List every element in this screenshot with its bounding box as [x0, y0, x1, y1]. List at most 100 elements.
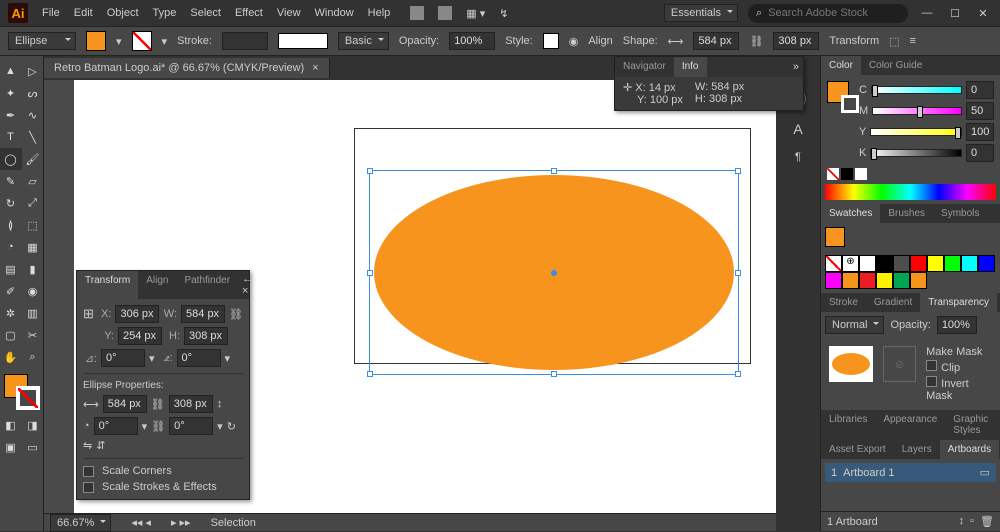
ellipse-tool[interactable]: ◯ [0, 148, 22, 170]
swatches-tab[interactable]: Swatches [821, 204, 880, 223]
swatch-item[interactable] [910, 255, 927, 272]
flip-v-icon[interactable]: ⇵ [96, 439, 105, 452]
stroke-swatch[interactable] [132, 31, 152, 51]
blend-mode-dropdown[interactable]: Normal [825, 316, 884, 334]
transform-label[interactable]: Transform [829, 35, 879, 47]
link-ellipse-icon[interactable]: ⛓ [151, 398, 165, 411]
swatch-item[interactable] [910, 272, 927, 289]
menu-effect[interactable]: Effect [235, 7, 263, 19]
invert-pie-icon[interactable]: ↻ [227, 420, 236, 433]
fill-swatch[interactable] [86, 31, 106, 51]
stroke-dropdown[interactable]: ▾ [162, 35, 168, 48]
artboard-row[interactable]: 1Artboard 1▭ [825, 463, 996, 482]
opacity-input[interactable] [449, 32, 495, 50]
shear-input[interactable] [177, 349, 221, 367]
close-tab-icon[interactable]: × [312, 62, 318, 74]
tr-opacity-input[interactable] [937, 316, 977, 334]
align-label[interactable]: Align [588, 35, 612, 47]
link-icon[interactable]: ⛓ [229, 308, 243, 321]
menu-object[interactable]: Object [107, 7, 139, 19]
transparency-tab[interactable]: Transparency [920, 293, 997, 312]
window-maximize[interactable]: ☐ [946, 6, 964, 20]
pie-end-input[interactable] [169, 417, 213, 435]
color-mode-icon[interactable]: ◧ [0, 414, 22, 436]
shaper-tool[interactable]: ✎ [0, 170, 22, 192]
gradient-tool[interactable]: ▮ [22, 258, 44, 280]
rotate-tool[interactable]: ↻ [0, 192, 22, 214]
black-color-icon[interactable] [841, 168, 853, 180]
mesh-tool[interactable]: ▤ [0, 258, 22, 280]
swatch-item[interactable] [927, 255, 944, 272]
swatch-item[interactable] [978, 255, 995, 272]
document-tab[interactable]: Retro Batman Logo.ai* @ 66.67% (CMYK/Pre… [44, 58, 330, 78]
free-transform-tool[interactable]: ⬚ [22, 214, 44, 236]
artboards-tab[interactable]: Artboards [940, 440, 999, 459]
graphic-style-swatch[interactable] [543, 33, 559, 49]
delete-artboard-icon[interactable]: 🗑 [980, 515, 994, 528]
ty-input[interactable] [118, 327, 162, 345]
th-input[interactable] [184, 327, 228, 345]
pathfinder-tab[interactable]: Pathfinder [176, 271, 238, 299]
color-spectrum[interactable] [825, 184, 996, 200]
make-mask-button[interactable]: Make Mask [926, 346, 992, 358]
current-fill-swatch[interactable] [825, 227, 845, 247]
magic-wand-tool[interactable]: ✦ [0, 82, 22, 104]
ellipse-h-input[interactable] [169, 395, 213, 413]
color-tab[interactable]: Color [821, 56, 861, 75]
draw-mode-icon[interactable]: ▣ [0, 436, 22, 458]
navigator-tab[interactable]: Navigator [615, 57, 674, 77]
selection-bounding-box[interactable] [369, 170, 739, 375]
shape-width-input[interactable] [693, 32, 739, 50]
shape-height-input[interactable] [773, 32, 819, 50]
black-input[interactable] [966, 144, 994, 162]
symbol-sprayer-tool[interactable]: ✲ [0, 302, 22, 324]
isolate-icon[interactable]: ⬚ [889, 35, 899, 48]
eraser-tool[interactable]: ▱ [22, 170, 44, 192]
rotate-input[interactable] [101, 349, 145, 367]
asset-export-tab[interactable]: Asset Export [821, 440, 894, 459]
width-tool[interactable]: ≬ [0, 214, 22, 236]
blend-tool[interactable]: ◉ [22, 280, 44, 302]
swatch-item[interactable] [859, 272, 876, 289]
pie-start-input[interactable] [94, 417, 138, 435]
swatch-item[interactable] [859, 255, 876, 272]
lasso-tool[interactable]: ᔕ [22, 82, 44, 104]
slice-tool[interactable]: ✂ [22, 324, 44, 346]
swatch-item[interactable] [825, 272, 842, 289]
magenta-input[interactable] [966, 102, 994, 120]
direct-selection-tool[interactable]: ▷ [22, 60, 44, 82]
swatch-item[interactable] [893, 272, 910, 289]
mask-thumbnail[interactable]: ⊘ [883, 346, 916, 382]
flip-h-icon[interactable]: ⇋ [83, 439, 92, 452]
libraries-tab[interactable]: Libraries [821, 410, 875, 440]
white-color-icon[interactable] [855, 168, 867, 180]
symbols-tab[interactable]: Symbols [933, 204, 987, 223]
none-color-icon[interactable] [827, 168, 839, 180]
menu-view[interactable]: View [277, 7, 301, 19]
rearrange-icon[interactable]: ↕ [959, 515, 965, 528]
scale-tool[interactable]: ⤢ [22, 192, 44, 214]
brush-def-dropdown[interactable]: Basic [338, 32, 389, 50]
nav-next-icon[interactable]: ▸ ▸▸ [171, 516, 191, 529]
line-tool[interactable]: ╲ [22, 126, 44, 148]
eyedropper-tool[interactable]: ✐ [0, 280, 22, 302]
transform-tab[interactable]: Transform [77, 271, 138, 299]
artboard-options-icon[interactable]: ▭ [980, 466, 990, 479]
zoom-dropdown[interactable]: 66.67% [50, 514, 111, 532]
shape-builder-tool[interactable]: ◔ [0, 236, 22, 258]
menu-type[interactable]: Type [153, 7, 177, 19]
swatch-item[interactable] [893, 255, 910, 272]
curvature-tool[interactable]: ∿ [22, 104, 44, 126]
menu-edit[interactable]: Edit [74, 7, 93, 19]
swatch-item[interactable] [944, 255, 961, 272]
scale-strokes-checkbox[interactable]: Scale Strokes & Effects [83, 481, 243, 493]
nav-prev-icon[interactable]: ◂◂ ◂ [131, 516, 151, 529]
appearance-tab[interactable]: Appearance [875, 410, 945, 440]
brushes-tab[interactable]: Brushes [880, 204, 933, 223]
type-tool[interactable]: T [0, 126, 22, 148]
hand-tool[interactable]: ✋ [0, 346, 22, 368]
stroke-tab[interactable]: Stroke [821, 293, 866, 312]
swatch-none[interactable] [825, 255, 842, 272]
yellow-input[interactable] [966, 123, 994, 141]
window-minimize[interactable]: — [918, 6, 936, 20]
